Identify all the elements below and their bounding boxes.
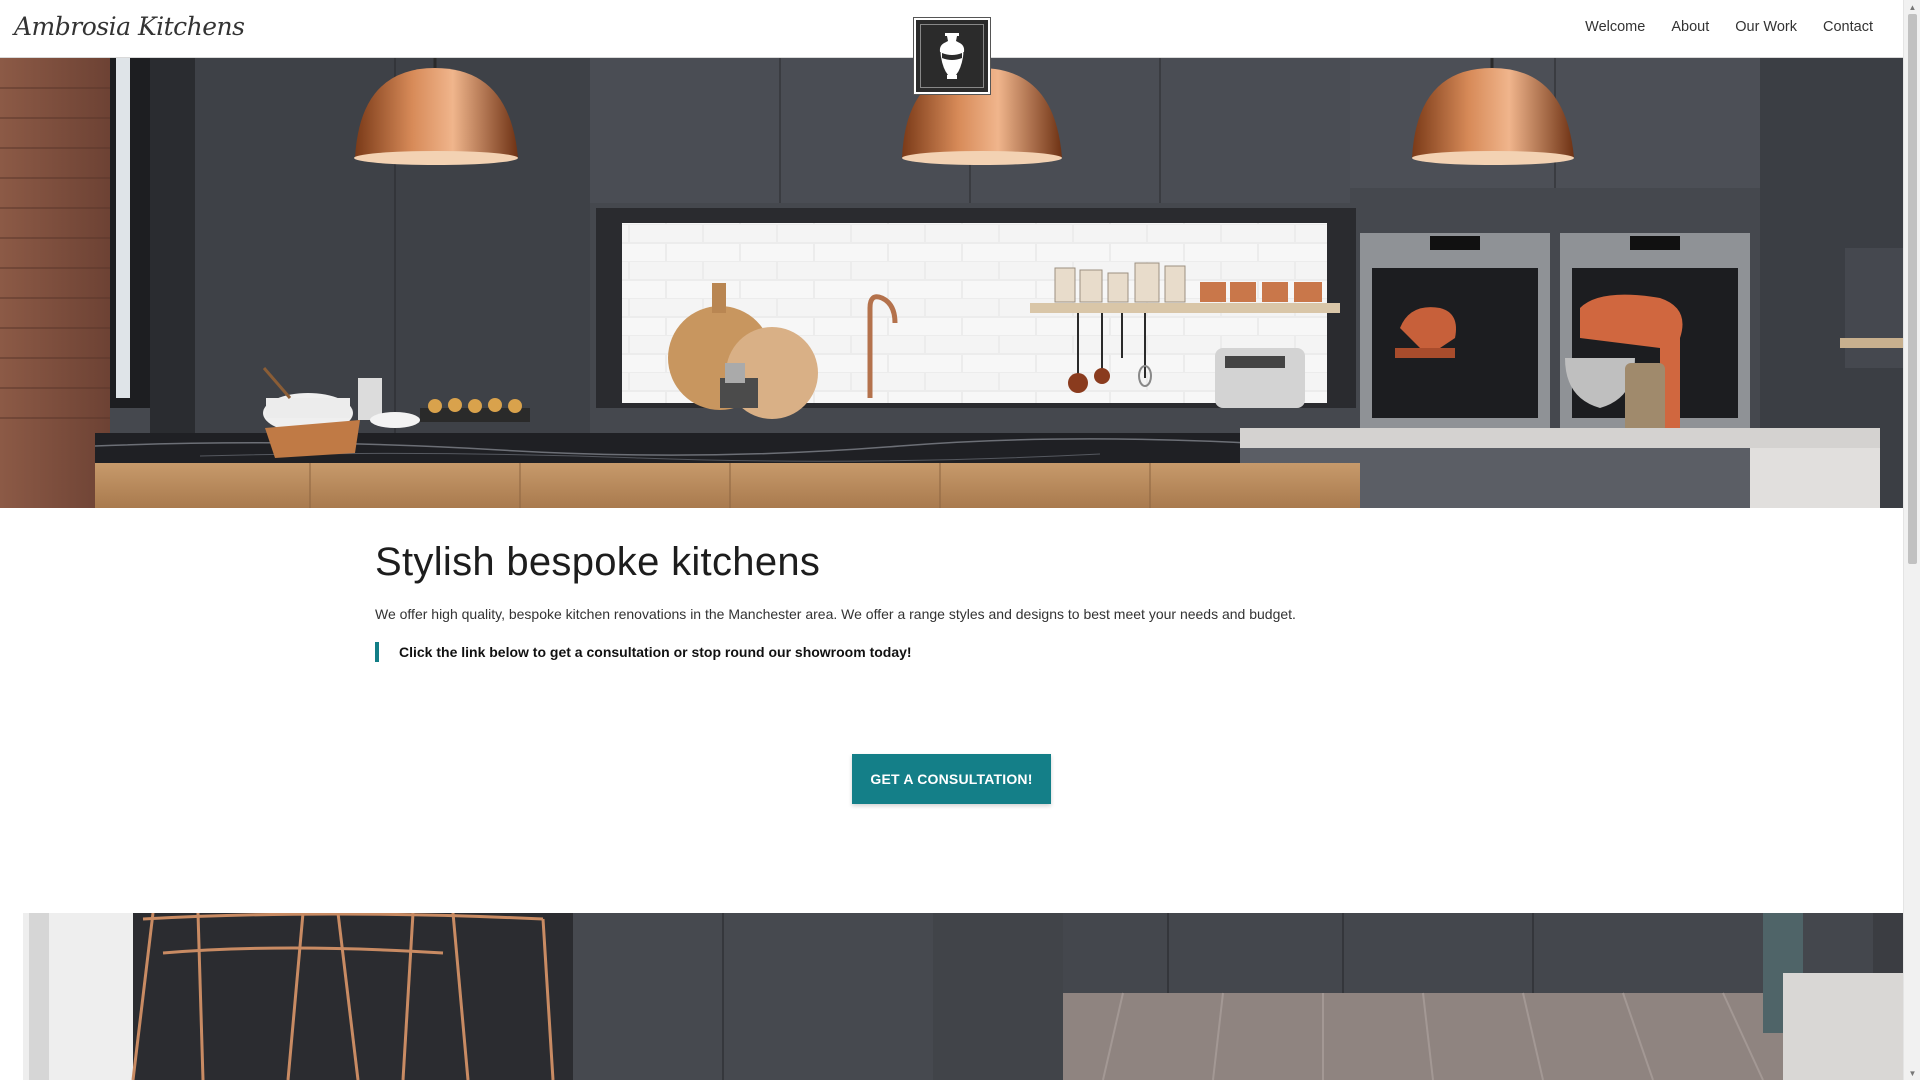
kitchen-hero-photo (0, 58, 1903, 508)
scroll-thumb[interactable] (1908, 14, 1917, 564)
nav-contact[interactable]: Contact (1823, 19, 1873, 35)
nav-our-work[interactable]: Our Work (1735, 19, 1797, 35)
amphora-icon (939, 33, 965, 79)
brand-logo-text[interactable]: Ambrosia Kitchens (14, 12, 245, 41)
callout-text: Click the link below to get a consultati… (375, 642, 1575, 662)
logo-badge[interactable] (913, 17, 991, 95)
logo-frame (920, 24, 984, 88)
main-nav: Welcome About Our Work Contact (1585, 19, 1873, 35)
get-consultation-button[interactable]: GET A CONSULTATION! (852, 754, 1051, 804)
scroll-up-arrow-icon[interactable]: ▲ (1904, 0, 1920, 14)
nav-about[interactable]: About (1671, 19, 1709, 35)
nav-welcome[interactable]: Welcome (1585, 19, 1645, 35)
secondary-image (23, 913, 1903, 1080)
kitchen-stools-photo (23, 913, 1903, 1080)
page-scrollbar[interactable]: ▲ ▼ (1903, 0, 1920, 1080)
intro-text: We offer high quality, bespoke kitchen r… (375, 606, 1296, 622)
scroll-down-arrow-icon[interactable]: ▼ (1904, 1066, 1920, 1080)
page-title: Stylish bespoke kitchens (375, 540, 821, 584)
intro-section: Stylish bespoke kitchens We offer high q… (375, 540, 1575, 662)
hero-image (0, 58, 1903, 508)
